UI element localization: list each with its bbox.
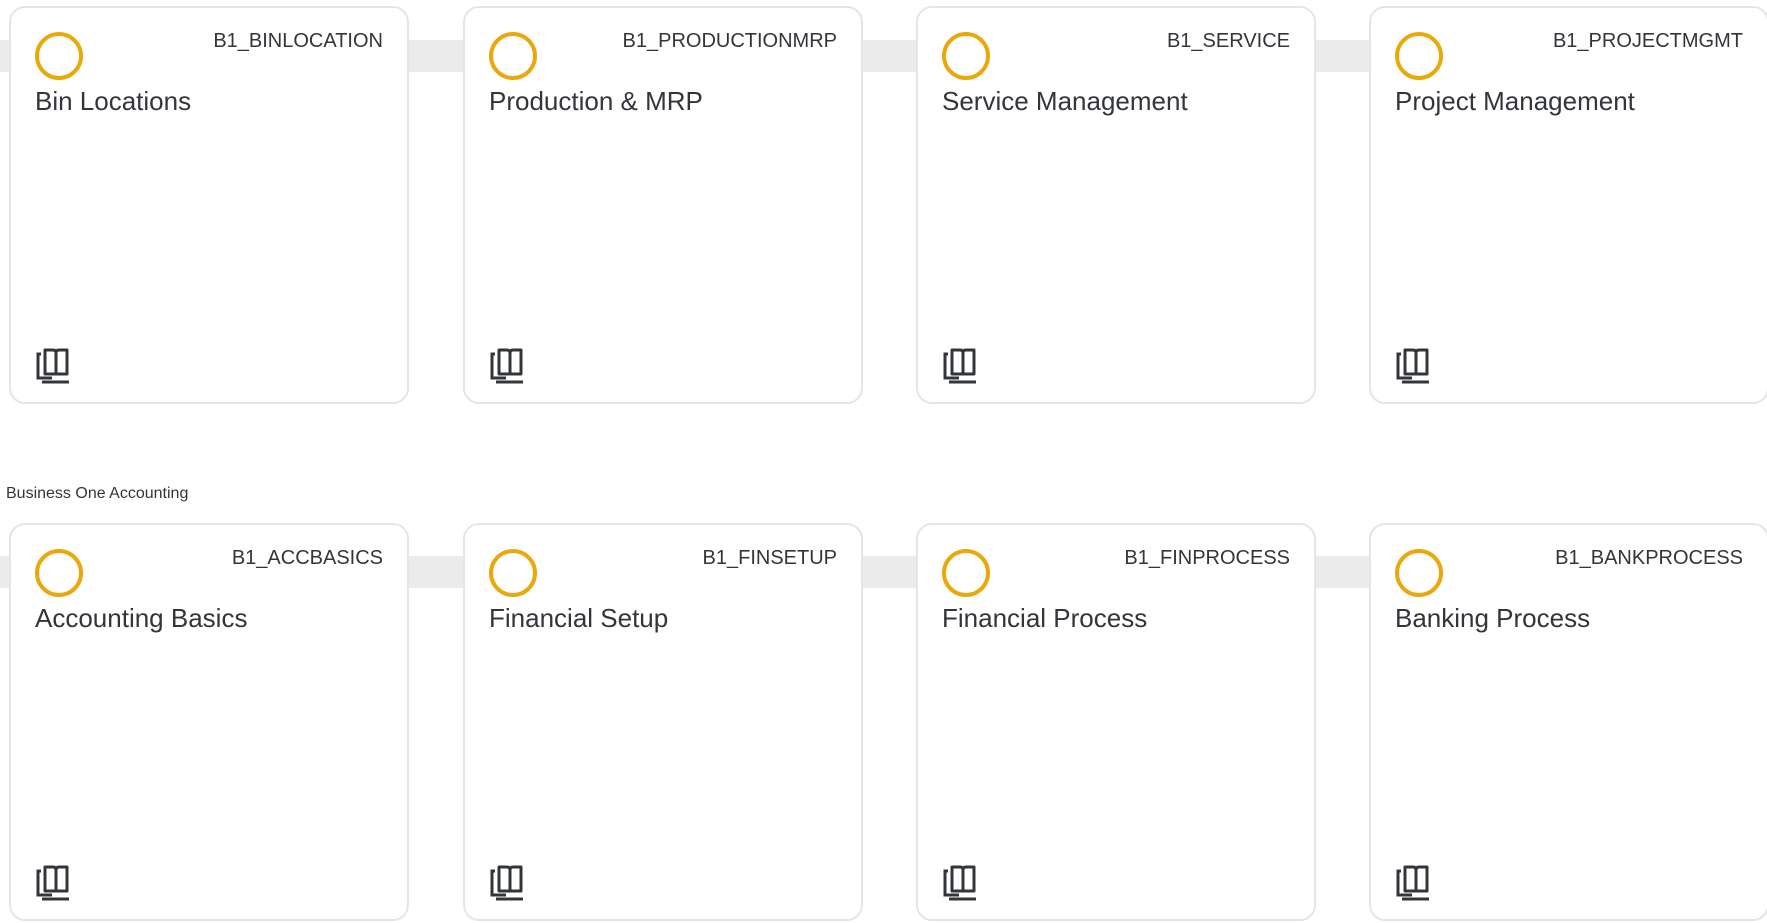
status-ring-icon — [942, 549, 990, 597]
book-icon[interactable] — [942, 344, 982, 384]
status-ring-icon — [35, 549, 83, 597]
status-ring-icon — [35, 32, 83, 80]
status-ring-icon — [1395, 32, 1443, 80]
module-name: Accounting Basics — [35, 603, 248, 633]
status-ring-icon — [489, 32, 537, 80]
book-icon[interactable] — [35, 861, 75, 901]
module-card[interactable]: B1_SERVICE Service Management — [916, 6, 1316, 404]
status-ring-icon — [489, 549, 537, 597]
module-code: B1_ACCBASICS — [231, 547, 383, 569]
module-card[interactable]: B1_FINPROCESS Financial Process — [916, 523, 1316, 921]
book-icon[interactable] — [1395, 344, 1435, 384]
module-code: B1_PROJECTMGMT — [1552, 30, 1743, 52]
section-title: Business One Accounting — [6, 485, 189, 502]
module-name: Banking Process — [1395, 603, 1591, 633]
module-name: Production & MRP — [489, 86, 703, 116]
module-code: B1_SERVICE — [1166, 30, 1290, 52]
module-code: B1_BINLOCATION — [213, 30, 383, 52]
module-name: Project Management — [1395, 86, 1635, 116]
module-code: B1_PRODUCTIONMRP — [622, 30, 837, 52]
module-code: B1_FINSETUP — [702, 547, 837, 569]
book-icon[interactable] — [35, 344, 75, 384]
module-card[interactable]: B1_PRODUCTIONMRP Production & MRP — [463, 6, 863, 404]
module-card[interactable]: B1_FINSETUP Financial Setup — [463, 523, 863, 921]
status-ring-icon — [1395, 549, 1443, 597]
module-code: B1_FINPROCESS — [1124, 547, 1290, 569]
learning-path-section-1: B1_BINLOCATION Bin Locations B1_PRODUCTI… — [0, 0, 1767, 410]
module-name: Financial Setup — [489, 603, 669, 633]
book-icon[interactable] — [942, 861, 982, 901]
module-card[interactable]: B1_BINLOCATION Bin Locations — [9, 6, 409, 404]
status-ring-icon — [942, 32, 990, 80]
module-name: Service Management — [942, 86, 1188, 116]
module-card[interactable]: B1_PROJECTMGMT Project Management — [1369, 6, 1767, 404]
module-name: Financial Process — [942, 603, 1148, 633]
book-icon[interactable] — [489, 861, 529, 901]
module-card[interactable]: B1_ACCBASICS Accounting Basics — [9, 523, 409, 921]
book-icon[interactable] — [489, 344, 529, 384]
book-icon[interactable] — [1395, 861, 1435, 901]
module-card[interactable]: B1_BANKPROCESS Banking Process — [1369, 523, 1767, 921]
module-code: B1_BANKPROCESS — [1555, 547, 1743, 569]
learning-path-section-2: Business One Accounting B1_ACCBASICS Acc… — [0, 480, 1767, 923]
module-name: Bin Locations — [35, 86, 192, 116]
